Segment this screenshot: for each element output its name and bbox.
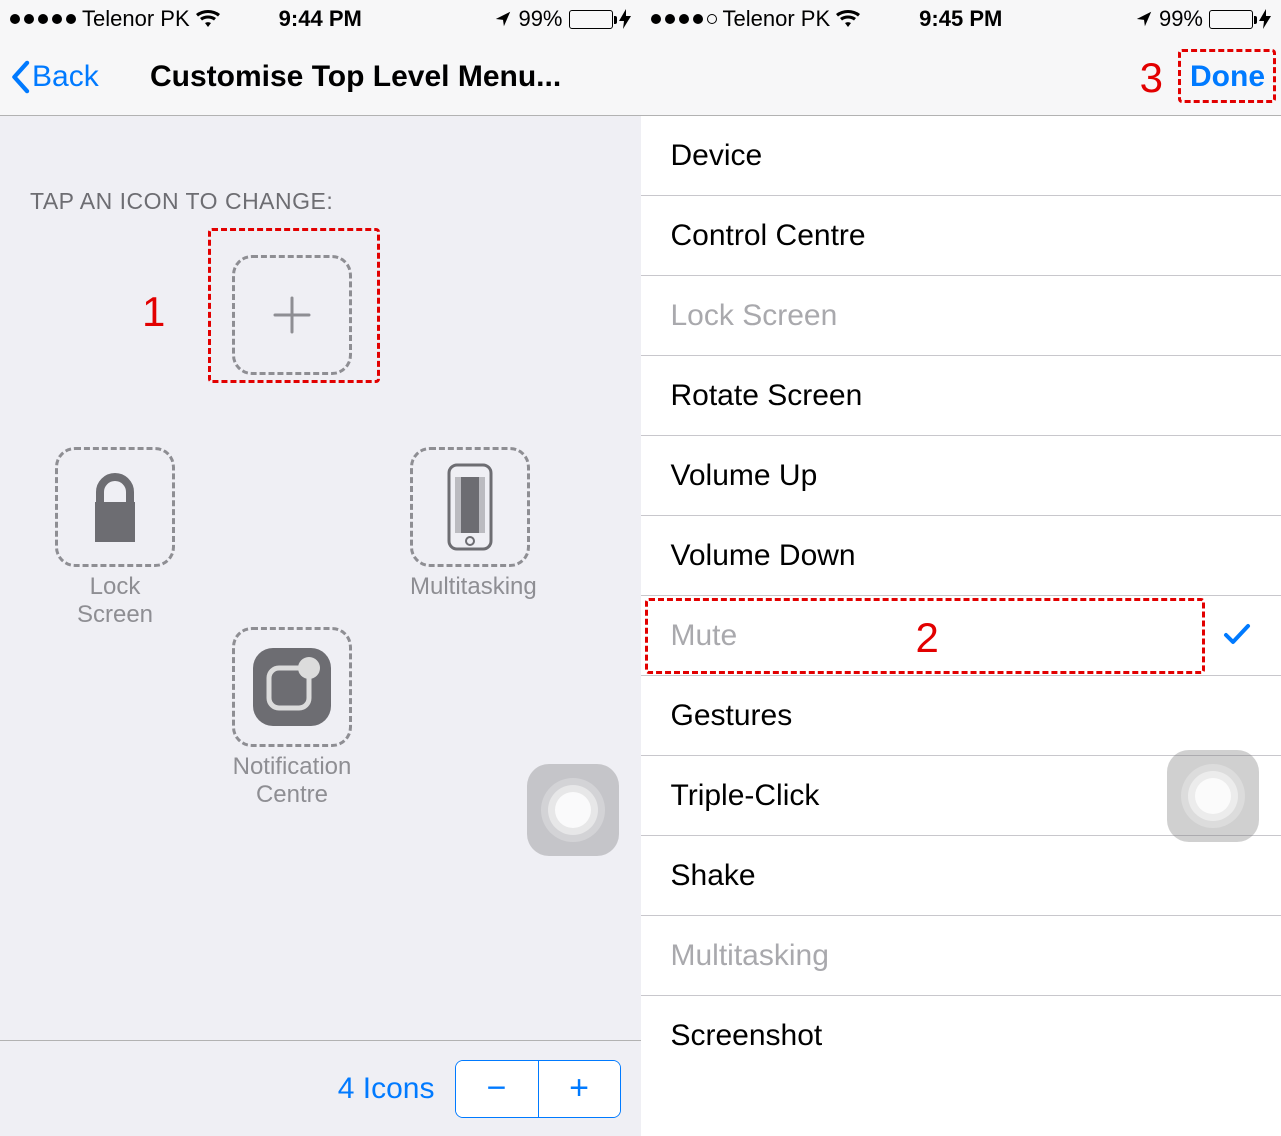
battery-icon [1209, 10, 1253, 29]
signal-strength-icon [10, 14, 76, 24]
bottom-bar: 4 Icons − + [0, 1040, 641, 1136]
icon-count-stepper: − + [455, 1060, 621, 1118]
list-item-label: Triple-Click [671, 779, 820, 813]
pane-right: Telenor PK 9:45 PM 99% Done Device Contr… [641, 0, 1281, 1136]
status-bar-right: Telenor PK 9:45 PM 99% [641, 0, 1281, 38]
lock-icon [80, 467, 150, 547]
plus-slot-box [232, 255, 352, 375]
list-item-label: Control Centre [671, 219, 866, 253]
list-item-label: Screenshot [671, 1019, 823, 1053]
list-item-multitasking[interactable]: Multitasking [641, 916, 1281, 996]
battery-percent: 99% [518, 6, 562, 32]
charging-icon [619, 9, 631, 29]
slot-multitasking[interactable]: Multitasking [410, 447, 537, 601]
list-item-control-centre[interactable]: Control Centre [641, 196, 1281, 276]
multitasking-icon [437, 461, 503, 553]
location-icon [494, 10, 512, 28]
list-item-label: Multitasking [671, 939, 829, 973]
plus-icon [267, 290, 317, 340]
slot-label-multitask: Multitasking [410, 573, 537, 601]
status-time: 9:44 PM [279, 6, 362, 32]
list-item-mute[interactable]: Mute [641, 596, 1281, 676]
pane-left: Telenor PK 9:44 PM 99% Back Customise To… [0, 0, 641, 1136]
list-item-volume-up[interactable]: Volume Up [641, 436, 1281, 516]
done-button[interactable]: Done [1184, 58, 1271, 96]
status-time-r: 9:45 PM [919, 6, 1002, 32]
list-item-label: Volume Up [671, 459, 818, 493]
list-item-label: Volume Down [671, 539, 856, 573]
charging-icon [1259, 9, 1271, 29]
list-item-label: Gestures [671, 699, 793, 733]
battery-icon [569, 10, 613, 29]
carrier-label: Telenor PK [82, 6, 190, 32]
wifi-icon [836, 10, 860, 28]
carrier-label-r: Telenor PK [723, 6, 831, 32]
battery-percent-r: 99% [1159, 6, 1203, 32]
notification-centre-icon [247, 642, 337, 732]
action-list: Device Control Centre Lock Screen Rotate… [641, 116, 1281, 1076]
slot-label-lock: LockScreen [55, 573, 175, 628]
status-bar-left: Telenor PK 9:44 PM 99% [0, 0, 641, 38]
location-icon [1135, 10, 1153, 28]
page-title: Customise Top Level Menu... [150, 60, 631, 94]
status-left: Telenor PK [10, 6, 220, 32]
status-left-r: Telenor PK [651, 6, 861, 32]
list-item-rotate-screen[interactable]: Rotate Screen [641, 356, 1281, 436]
list-item-label: Lock Screen [671, 299, 838, 333]
wifi-icon [196, 10, 220, 28]
list-item-gestures[interactable]: Gestures [641, 676, 1281, 756]
chevron-left-icon [10, 60, 30, 94]
slot-label-notif: NotificationCentre [232, 753, 352, 808]
list-item-device[interactable]: Device [641, 116, 1281, 196]
section-caption: TAP AN ICON TO CHANGE: [0, 116, 641, 225]
checkmark-icon [1223, 619, 1251, 653]
back-label: Back [32, 60, 99, 94]
list-item-lock-screen[interactable]: Lock Screen [641, 276, 1281, 356]
slot-lock-screen[interactable]: LockScreen [55, 447, 175, 628]
list-item-label: Shake [671, 859, 756, 893]
list-item-shake[interactable]: Shake [641, 836, 1281, 916]
assistive-touch-button[interactable] [527, 764, 619, 856]
slot-notification-centre[interactable]: NotificationCentre [232, 627, 352, 808]
list-item-screenshot[interactable]: Screenshot [641, 996, 1281, 1076]
multitask-slot-box [410, 447, 530, 567]
icon-count-label: 4 Icons [338, 1072, 435, 1106]
list-item-label: Rotate Screen [671, 379, 863, 413]
stepper-plus[interactable]: + [538, 1061, 620, 1117]
slot-empty-top[interactable] [232, 255, 352, 375]
back-button[interactable]: Back [10, 60, 99, 94]
nav-bar-left: Back Customise Top Level Menu... [0, 38, 641, 116]
signal-strength-icon [651, 14, 717, 24]
nav-bar-right: Done [641, 38, 1281, 116]
status-right: 99% [494, 6, 630, 32]
list-item-label: Device [671, 139, 763, 173]
status-right-r: 99% [1135, 6, 1271, 32]
list-item-volume-down[interactable]: Volume Down [641, 516, 1281, 596]
lock-slot-box [55, 447, 175, 567]
stepper-minus[interactable]: − [456, 1061, 538, 1117]
notif-slot-box [232, 627, 352, 747]
list-item-label: Mute [671, 619, 738, 653]
assistive-touch-button[interactable] [1167, 750, 1259, 842]
